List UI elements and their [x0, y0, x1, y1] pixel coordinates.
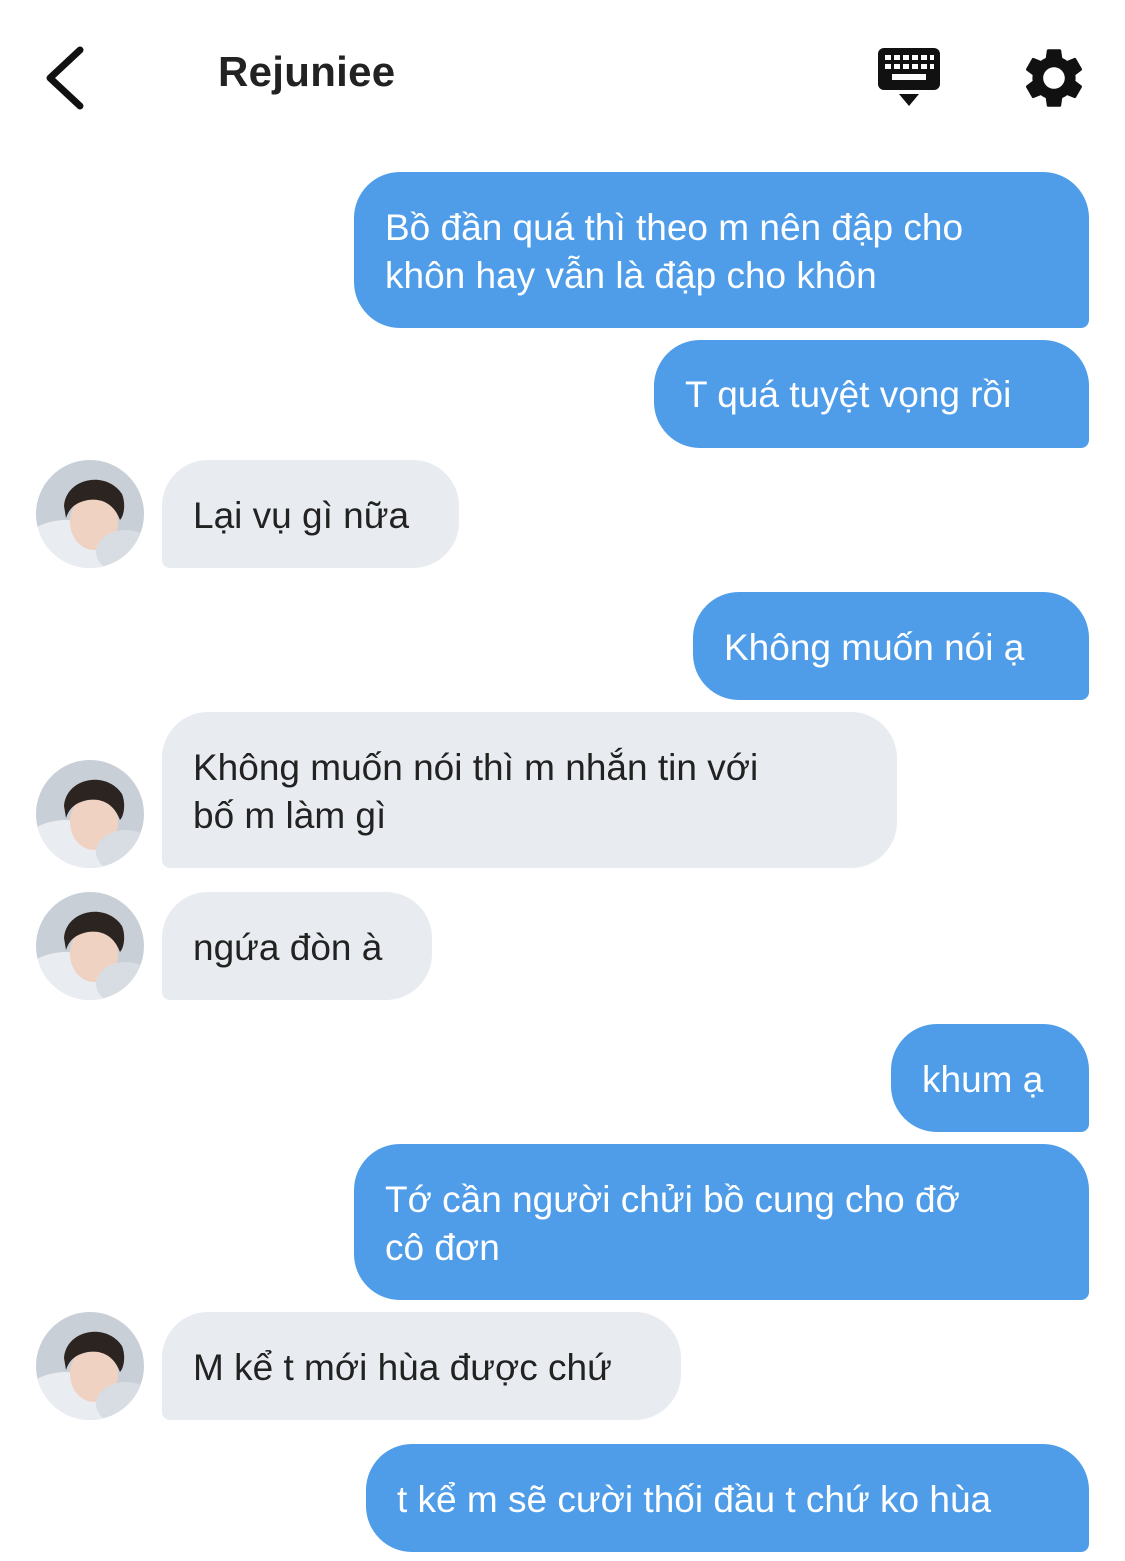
incoming-message[interactable]: Không muốn nói thì m nhắn tin với bố m l…: [162, 712, 897, 868]
message-text: khum ạ: [922, 1059, 1044, 1100]
conversation-title: Rejuniee: [218, 48, 396, 95]
back-button[interactable]: [36, 40, 100, 116]
message-text: T quá tuyệt vọng rồi: [685, 374, 1012, 415]
contact-avatar[interactable]: [36, 1312, 144, 1420]
incoming-message[interactable]: M kể t mới hùa được chứ: [162, 1312, 681, 1420]
chevron-left-icon: [46, 46, 84, 110]
keyboard-icon: [878, 48, 940, 106]
message-text: t kể m sẽ cười thối đầu t chứ ko hùa: [397, 1479, 992, 1520]
outgoing-message[interactable]: Tớ cần người chửi bồ cung cho đỡ cô đơn: [354, 1144, 1089, 1300]
message-text: ngứa đòn à: [193, 927, 383, 968]
outgoing-message[interactable]: t kể m sẽ cười thối đầu t chứ ko hùa: [366, 1444, 1089, 1552]
message-text: Lại vụ gì nữa: [193, 495, 410, 536]
avatar-photo: [36, 892, 144, 1000]
chat-header: Rejuniee: [0, 0, 1125, 150]
settings-button[interactable]: [1018, 42, 1090, 114]
message-text: Không muốn nói thì m nhắn tin với bố m l…: [193, 747, 759, 836]
outgoing-message[interactable]: Bồ đần quá thì theo m nên đập cho khôn h…: [354, 172, 1089, 328]
outgoing-message[interactable]: T quá tuyệt vọng rồi: [654, 340, 1089, 448]
avatar-photo: [36, 760, 144, 868]
avatar-photo: [36, 1312, 144, 1420]
message-text: Không muốn nói ạ: [724, 627, 1025, 668]
outgoing-message[interactable]: Không muốn nói ạ: [693, 592, 1089, 700]
contact-avatar[interactable]: [36, 760, 144, 868]
keyboard-button[interactable]: [872, 44, 946, 114]
contact-avatar[interactable]: [36, 892, 144, 1000]
message-text: Bồ đần quá thì theo m nên đập cho khôn h…: [385, 207, 964, 296]
outgoing-message[interactable]: khum ạ: [891, 1024, 1089, 1132]
incoming-message[interactable]: ngứa đòn à: [162, 892, 432, 1000]
incoming-message[interactable]: Lại vụ gì nữa: [162, 460, 459, 568]
avatar-photo: [36, 460, 144, 568]
gear-icon: [1025, 49, 1083, 107]
message-text: M kể t mới hùa được chứ: [193, 1347, 612, 1388]
contact-avatar[interactable]: [36, 460, 144, 568]
message-text: Tớ cần người chửi bồ cung cho đỡ cô đơn: [385, 1179, 960, 1268]
